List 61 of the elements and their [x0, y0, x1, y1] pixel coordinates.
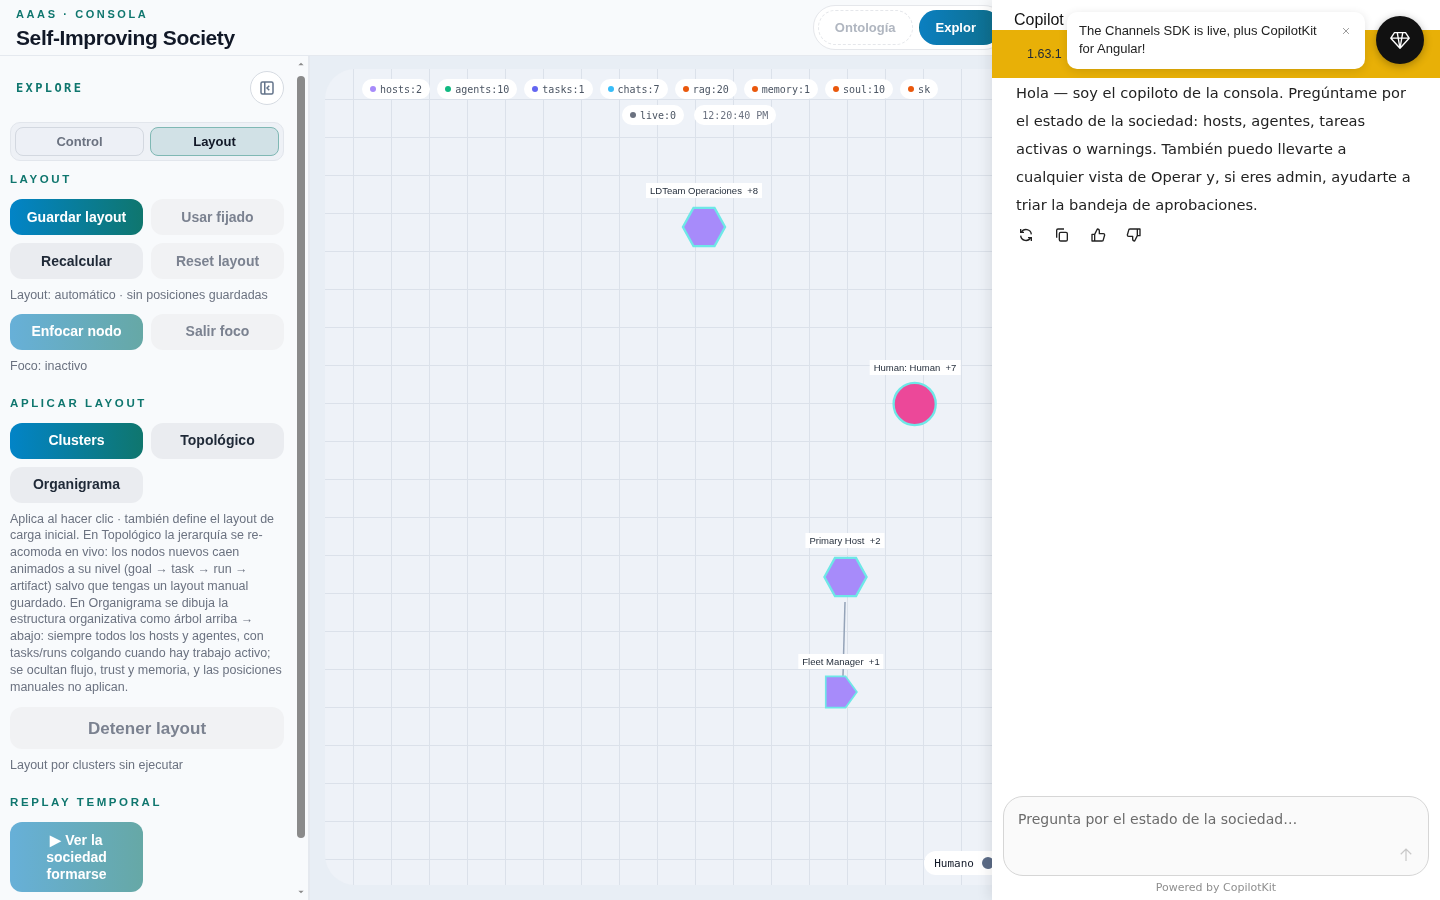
- counter-chip: rag:20: [674, 79, 737, 99]
- copy-button[interactable]: [1054, 227, 1070, 243]
- diamond-icon: [1389, 29, 1411, 51]
- refresh-icon: [1018, 227, 1034, 243]
- panel-collapse-icon: [258, 79, 276, 97]
- view-tab[interactable]: Explor: [918, 10, 992, 45]
- node-label: Fleet Manager +1: [798, 654, 884, 669]
- action-button[interactable]: Guardar layout: [10, 199, 143, 235]
- scroll-up-icon[interactable]: [296, 60, 306, 68]
- mode-tab[interactable]: Layout: [150, 127, 279, 156]
- clock-chip: 12:20:40 PM: [694, 105, 777, 125]
- thumbs-down-icon: [1126, 227, 1142, 243]
- counter-chip: sk: [900, 79, 939, 99]
- collapse-sidebar-button[interactable]: [250, 71, 284, 105]
- regenerate-button[interactable]: [1018, 227, 1034, 243]
- action-button[interactable]: ▶ Ver la sociedad formarse: [10, 822, 143, 893]
- action-button[interactable]: Topológico: [151, 422, 284, 459]
- chat-input[interactable]: Pregunta por el estado de la sociedad…: [1003, 796, 1429, 876]
- action-button[interactable]: Organigrama: [10, 466, 143, 503]
- section-heading: LAYOUT: [10, 173, 73, 185]
- node-label: Primary Host +2: [805, 533, 885, 548]
- action-button[interactable]: Enfocar nodo: [10, 313, 143, 350]
- close-button[interactable]: [1341, 26, 1351, 36]
- console-label: AAAS · CONSOLA: [16, 7, 150, 20]
- thumbs-up-icon: [1090, 227, 1106, 243]
- mode-tab[interactable]: Control: [15, 127, 144, 156]
- powered-by-text: Powered by CopilotKit: [1154, 881, 1278, 894]
- panel-title: EXPLORE: [16, 81, 84, 95]
- copy-icon: [1054, 227, 1070, 243]
- counter-chip: soul:10: [824, 79, 894, 99]
- hint-text: Layout: automático · sin posiciones guardadas: [10, 287, 269, 304]
- host-node[interactable]: [822, 554, 868, 600]
- counter-chip: hosts:2: [362, 79, 431, 99]
- panel-title: Copilot: [1014, 11, 1064, 29]
- app-title: Self-Improving Society: [16, 25, 235, 50]
- host-node[interactable]: [824, 675, 858, 709]
- legend-chip: Humano: [924, 851, 992, 875]
- version-text: 1.63.1: [1027, 47, 1062, 61]
- down-button[interactable]: [1126, 227, 1142, 243]
- counter-chip: memory:1: [743, 79, 818, 99]
- hint-text: Aplica al hacer clic · también define el layout de carga inicial. En Topológico la jerarquía se re-acomoda en vivo: los nodos nuevos caen animados a su nivel (goal → task → run → artifact) salvo que tengas un layout manual guardado. En Organigrama se dibuja la estructura organizativa como árbol arriba → abajo: siempre todos los hosts y agentes, con tasks/runs colgando cuando hay trabajo activo; se ocultan flujo, trust y memoria, y las posiciones manuales no aplican.: [10, 510, 283, 696]
- action-button[interactable]: Clusters: [10, 422, 143, 459]
- node-label: LDTeam Operaciones +8: [646, 183, 762, 198]
- up-button[interactable]: [1090, 227, 1106, 243]
- launcher-button[interactable]: [1376, 16, 1424, 64]
- hint-text: Layout por clusters sin ejecutar: [10, 757, 184, 775]
- counter-chip: tasks:1: [524, 79, 593, 99]
- counter-chip: agents:10: [437, 79, 518, 99]
- action-button[interactable]: Recalcular: [10, 243, 143, 279]
- counter-chip: chats:7: [599, 79, 668, 99]
- hint-text: Foco: inactivo: [10, 357, 89, 375]
- host-node[interactable]: [681, 204, 727, 250]
- assistant-message: Hola — soy el copiloto de la consola. Pregúntame por el estado de la sociedad: hosts, agentes, tareas activas o warnings. También puedo llevarte a cualquier vista de Operar y, si eres admin, ayudarte a triar la bandeja de aprobaciones.: [1016, 83, 1412, 215]
- toast-text: The Channels SDK is live, plus CopilotKit for Angular!: [1079, 23, 1317, 56]
- person-node[interactable]: [892, 381, 938, 427]
- close-icon: [1341, 26, 1351, 36]
- section-heading: APLICAR LAYOUT: [10, 396, 148, 409]
- scroll-down-icon[interactable]: [296, 888, 306, 896]
- node-label: Human: Human +7: [869, 360, 961, 375]
- live-chip: live:0: [622, 105, 685, 125]
- section-heading: REPLAY TEMPORAL: [10, 796, 164, 809]
